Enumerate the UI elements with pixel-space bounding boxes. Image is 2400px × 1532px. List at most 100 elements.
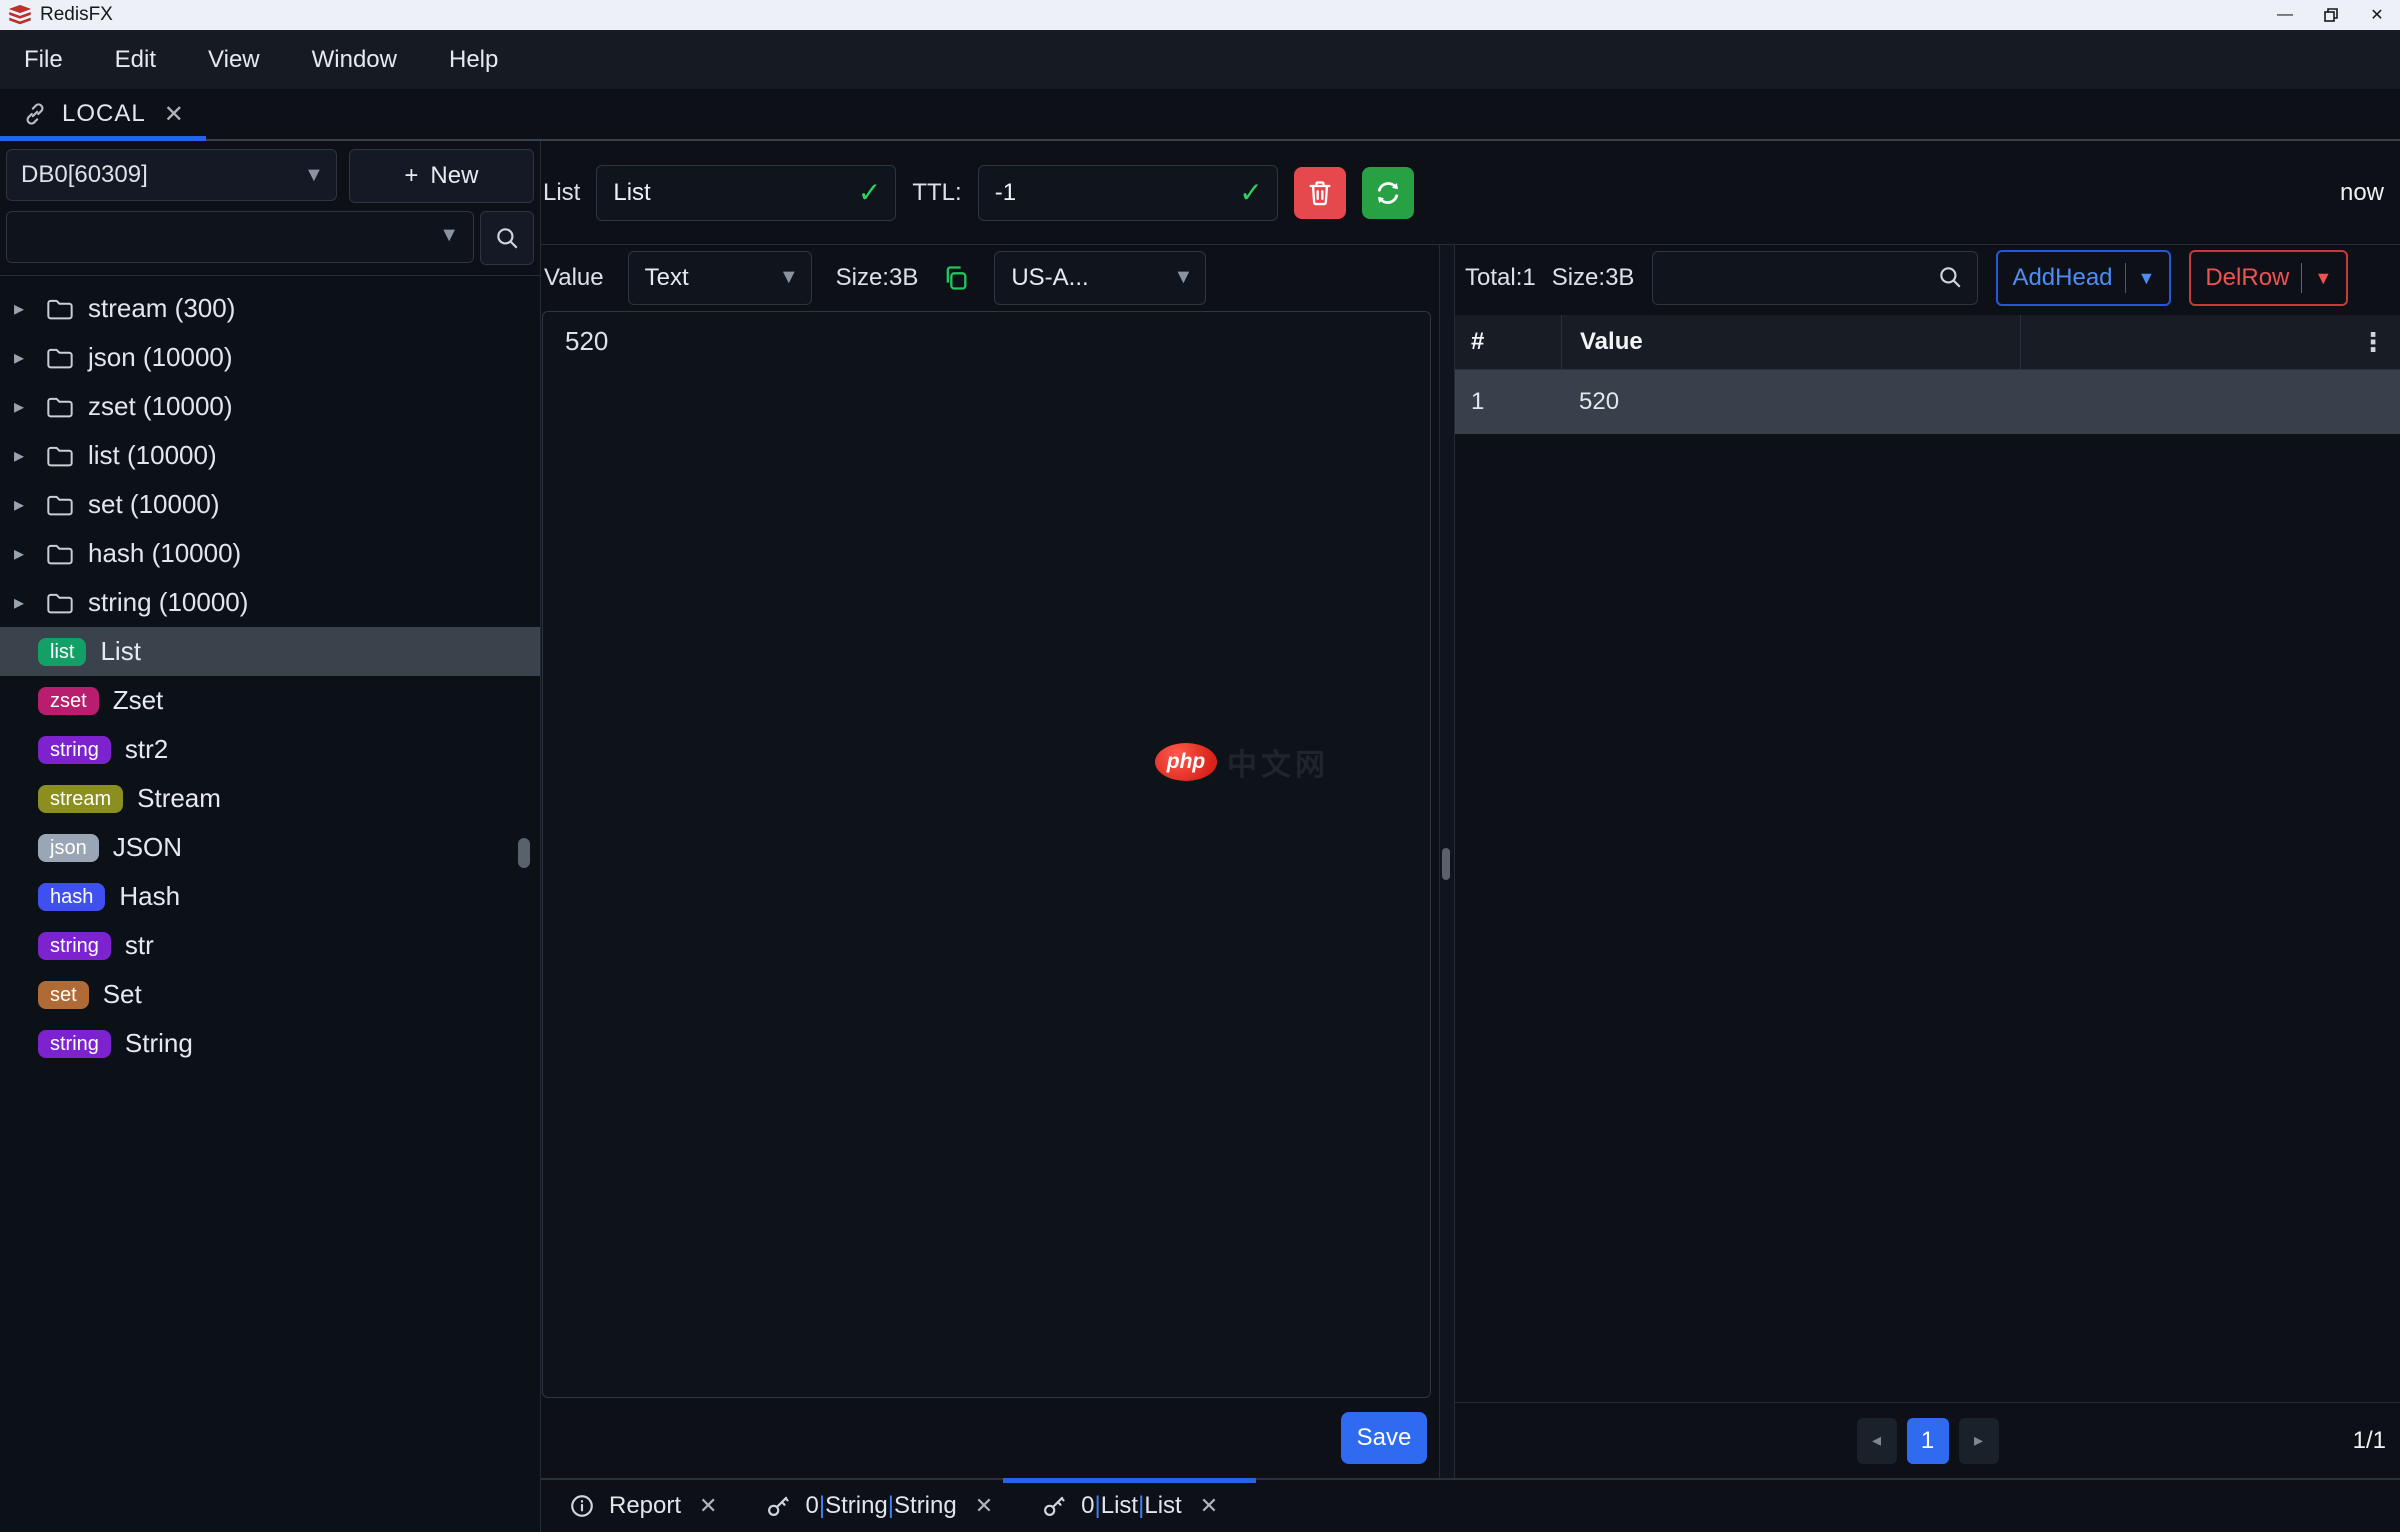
splitter-handle[interactable] <box>1442 848 1450 880</box>
menu-help[interactable]: Help <box>449 46 498 74</box>
add-head-button[interactable]: AddHead ▼ <box>1996 250 2171 306</box>
chevron-right-icon[interactable]: ▸ <box>14 443 32 468</box>
chevron-right-icon[interactable]: ▸ <box>14 492 32 517</box>
key-item-set[interactable]: set Set <box>0 970 540 1019</box>
php-logo: php <box>1155 743 1217 781</box>
type-badge: stream <box>38 785 123 813</box>
ttl-value: -1 <box>995 179 1016 207</box>
menu-bar: File Edit View Window Help <box>0 30 2400 89</box>
chevron-right-icon[interactable]: ▸ <box>14 345 32 370</box>
refresh-icon <box>1374 179 1402 207</box>
close-icon[interactable]: ✕ <box>975 1493 993 1519</box>
key-name: JSON <box>113 832 182 863</box>
key-name-input[interactable]: List ✓ <box>596 165 896 221</box>
value-editor-pane: Value Text ▼ Size:3B <box>541 245 1439 1478</box>
rows-panel: Total:1 Size:3B AddHead <box>1455 245 2400 1478</box>
key-name: str2 <box>125 734 168 765</box>
menu-file[interactable]: File <box>24 46 63 74</box>
tree-folder-hash[interactable]: ▸ hash (10000) <box>0 529 540 578</box>
tree-folder-set[interactable]: ▸ set (10000) <box>0 480 540 529</box>
menu-window[interactable]: Window <box>312 46 397 74</box>
key-item-string[interactable]: string String <box>0 1019 540 1068</box>
bottom-tab-label: 0|String|String <box>805 1492 956 1520</box>
ttl-input[interactable]: -1 ✓ <box>978 165 1278 221</box>
key-search-button[interactable] <box>480 211 534 265</box>
del-row-button[interactable]: DelRow ▼ <box>2189 250 2348 306</box>
prev-page-button[interactable]: ◂ <box>1857 1418 1897 1464</box>
tree-folder-string[interactable]: ▸ string (10000) <box>0 578 540 627</box>
tree-folder-zset[interactable]: ▸ zset (10000) <box>0 382 540 431</box>
bottom-tab-list[interactable]: 0|List|List ✕ <box>1017 1480 1242 1532</box>
close-icon[interactable]: ✕ <box>164 100 184 129</box>
window-title: RedisFX <box>40 4 113 26</box>
chevron-down-icon: ▼ <box>1174 266 1194 289</box>
refresh-key-button[interactable] <box>1362 167 1414 219</box>
key-item-stream[interactable]: stream Stream <box>0 774 540 823</box>
info-icon <box>569 1493 595 1519</box>
column-header-index[interactable]: # <box>1455 328 1561 356</box>
delete-key-button[interactable] <box>1294 167 1346 219</box>
key-item-list[interactable]: list List <box>0 627 540 676</box>
key-header: List List ✓ TTL: -1 ✓ <box>541 141 2400 245</box>
key-item-json[interactable]: json JSON <box>0 823 540 872</box>
column-header-extra: ⋮ <box>2020 315 2400 369</box>
key-name: List <box>100 636 140 667</box>
main-panel: List List ✓ TTL: -1 ✓ <box>541 141 2400 1532</box>
type-badge: hash <box>38 883 105 911</box>
key-item-zset[interactable]: zset Zset <box>0 676 540 725</box>
key-item-str2[interactable]: string str2 <box>0 725 540 774</box>
bottom-tab-report[interactable]: Report ✕ <box>545 1480 741 1532</box>
restore-button[interactable] <box>2308 0 2354 30</box>
close-icon[interactable]: ✕ <box>1200 1493 1218 1519</box>
key-icon <box>1041 1493 1067 1519</box>
plus-icon: + <box>404 162 418 190</box>
value-editor-textarea[interactable]: 520 php 中文网 <box>542 311 1431 1398</box>
column-header-value[interactable]: Value <box>1561 315 2020 369</box>
menu-edit[interactable]: Edit <box>115 46 156 74</box>
tree-folder-list[interactable]: ▸ list (10000) <box>0 431 540 480</box>
trash-icon <box>1306 179 1334 207</box>
key-tree: ▸ stream (300) ▸ json (10000) ▸ zset (10… <box>0 275 540 1532</box>
current-page-button[interactable]: 1 <box>1907 1418 1949 1464</box>
chevron-down-icon[interactable]: ▼ <box>2314 268 2332 289</box>
save-button[interactable]: Save <box>1341 1412 1427 1464</box>
new-key-button[interactable]: + New <box>349 149 534 203</box>
tree-folder-label: string (10000) <box>88 587 248 618</box>
database-selector[interactable]: DB0[60309] ▼ <box>6 149 337 201</box>
chevron-right-icon[interactable]: ▸ <box>14 590 32 615</box>
key-item-hash[interactable]: hash Hash <box>0 872 540 921</box>
button-divider <box>2125 263 2126 293</box>
add-head-label: AddHead <box>2012 264 2112 292</box>
chevron-right-icon[interactable]: ▸ <box>14 541 32 566</box>
app-window: RedisFX — ✕ File Edit View Window Help <box>0 0 2400 1532</box>
menu-view[interactable]: View <box>208 46 260 74</box>
key-search-input[interactable]: ▼ <box>6 211 474 263</box>
watermark: php 中文网 <box>1155 740 1329 784</box>
minimize-button[interactable]: — <box>2262 0 2308 30</box>
chevron-right-icon[interactable]: ▸ <box>14 394 32 419</box>
panel-splitter[interactable] <box>1439 245 1455 1478</box>
bottom-tab-label: 0|List|List <box>1081 1492 1182 1520</box>
chevron-right-icon[interactable]: ▸ <box>14 296 32 321</box>
bottom-tab-string[interactable]: 0|String|String ✕ <box>741 1480 1017 1532</box>
key-item-str[interactable]: string str <box>0 921 540 970</box>
tree-folder-json[interactable]: ▸ json (10000) <box>0 333 540 382</box>
rows-search-input[interactable] <box>1652 251 1978 305</box>
close-window-button[interactable]: ✕ <box>2354 0 2400 30</box>
tree-folder-label: stream (300) <box>88 293 235 324</box>
connection-tab-label: LOCAL <box>62 100 146 128</box>
kebab-menu-icon[interactable]: ⋮ <box>2360 327 2386 358</box>
redis-logo-icon <box>8 4 32 26</box>
copy-icon[interactable] <box>942 264 970 292</box>
format-select[interactable]: Text ▼ <box>628 251 812 305</box>
chevron-down-icon[interactable]: ▼ <box>2138 268 2156 289</box>
next-page-button[interactable]: ▸ <box>1959 1418 1999 1464</box>
close-icon[interactable]: ✕ <box>699 1493 717 1519</box>
connection-tab-local[interactable]: LOCAL ✕ <box>0 89 206 139</box>
tree-folder-stream[interactable]: ▸ stream (300) <box>0 284 540 333</box>
bottom-tab-bar: Report ✕ 0|String|String ✕ <box>541 1478 2400 1532</box>
format-select-value: Text <box>645 264 689 292</box>
table-row[interactable]: 1 520 <box>1455 370 2400 434</box>
tree-scrollbar-thumb[interactable] <box>518 838 530 868</box>
encoding-select[interactable]: US-A... ▼ <box>994 251 1206 305</box>
